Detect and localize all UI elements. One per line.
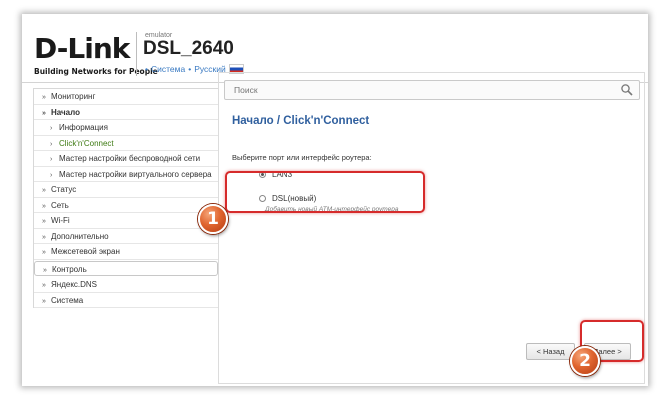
sub-arrow-icon: › [50,140,53,148]
sub-arrow-icon: › [50,156,53,163]
sub-arrow-icon: › [50,171,53,179]
expand-arrow-icon: » [42,297,46,305]
sidebar-item-status[interactable]: » Статус [34,182,218,198]
sidebar-item-network[interactable]: » Сеть [34,198,218,213]
expand-arrow-icon: » [42,233,46,241]
sidebar-item-advanced[interactable]: » Дополнительно [34,229,218,244]
expand-arrow-icon: » [42,218,46,225]
sidebar-item-yandex-dns[interactable]: » Яндекс.DNS [34,277,218,293]
sidebar-item-control[interactable]: » Контроль [34,260,218,276]
step-badge-2: 2 [570,346,600,376]
expand-arrow-icon: » [42,202,46,210]
crumb-separator: • [188,64,192,74]
sidebar-item-virtual-server-wizard[interactable]: › Мастер настройки виртуального сервера [34,167,218,182]
search-icon[interactable] [620,83,634,97]
dlink-logo: D-Link [34,32,130,65]
device-model: DSL_2640 [143,38,234,59]
search-box[interactable] [224,80,640,100]
sidebar-item-information[interactable]: › Информация [34,120,218,136]
sidebar-menu: » Мониторинг » Начало › Информация › Click'n… [33,88,219,308]
header-divider [136,32,137,76]
page-title: Начало / Click'n'Connect [232,115,370,127]
expand-arrow-icon: » [42,249,46,256]
sub-arrow-icon: › [50,125,53,132]
expand-arrow-icon: » [42,282,46,289]
expand-arrow-icon: » [43,266,47,274]
back-button[interactable]: < Назад [526,343,575,360]
search-input[interactable] [232,84,606,96]
sidebar-item-wireless-wizard[interactable]: › Мастер настройки беспроводной сети [34,151,218,167]
system-link[interactable]: Система [151,64,185,74]
sidebar-item-monitoring[interactable]: » Мониторинг [34,89,218,105]
port-select-caption: Выберите порт или интерфейс роутера: [232,153,372,162]
step-badge-1: 1 [198,204,228,234]
sidebar-item-clickn-connect[interactable]: › Click'n'Connect [34,136,218,151]
expand-arrow-icon: » [42,187,46,194]
dsl-option-highlight [225,171,425,213]
sidebar-item-system[interactable]: » Система [34,293,218,308]
logo-tagline: Building Networks for People [34,67,158,76]
sidebar-item-start[interactable]: » Начало [34,105,218,120]
expanded-arrow-icon: » [42,109,46,117]
expand-arrow-icon: » [42,94,46,101]
sidebar-item-firewall[interactable]: » Межсетевой экран [34,244,218,260]
sidebar-item-wifi[interactable]: » Wi-Fi [34,213,218,229]
crumb-separator: • [145,64,148,74]
